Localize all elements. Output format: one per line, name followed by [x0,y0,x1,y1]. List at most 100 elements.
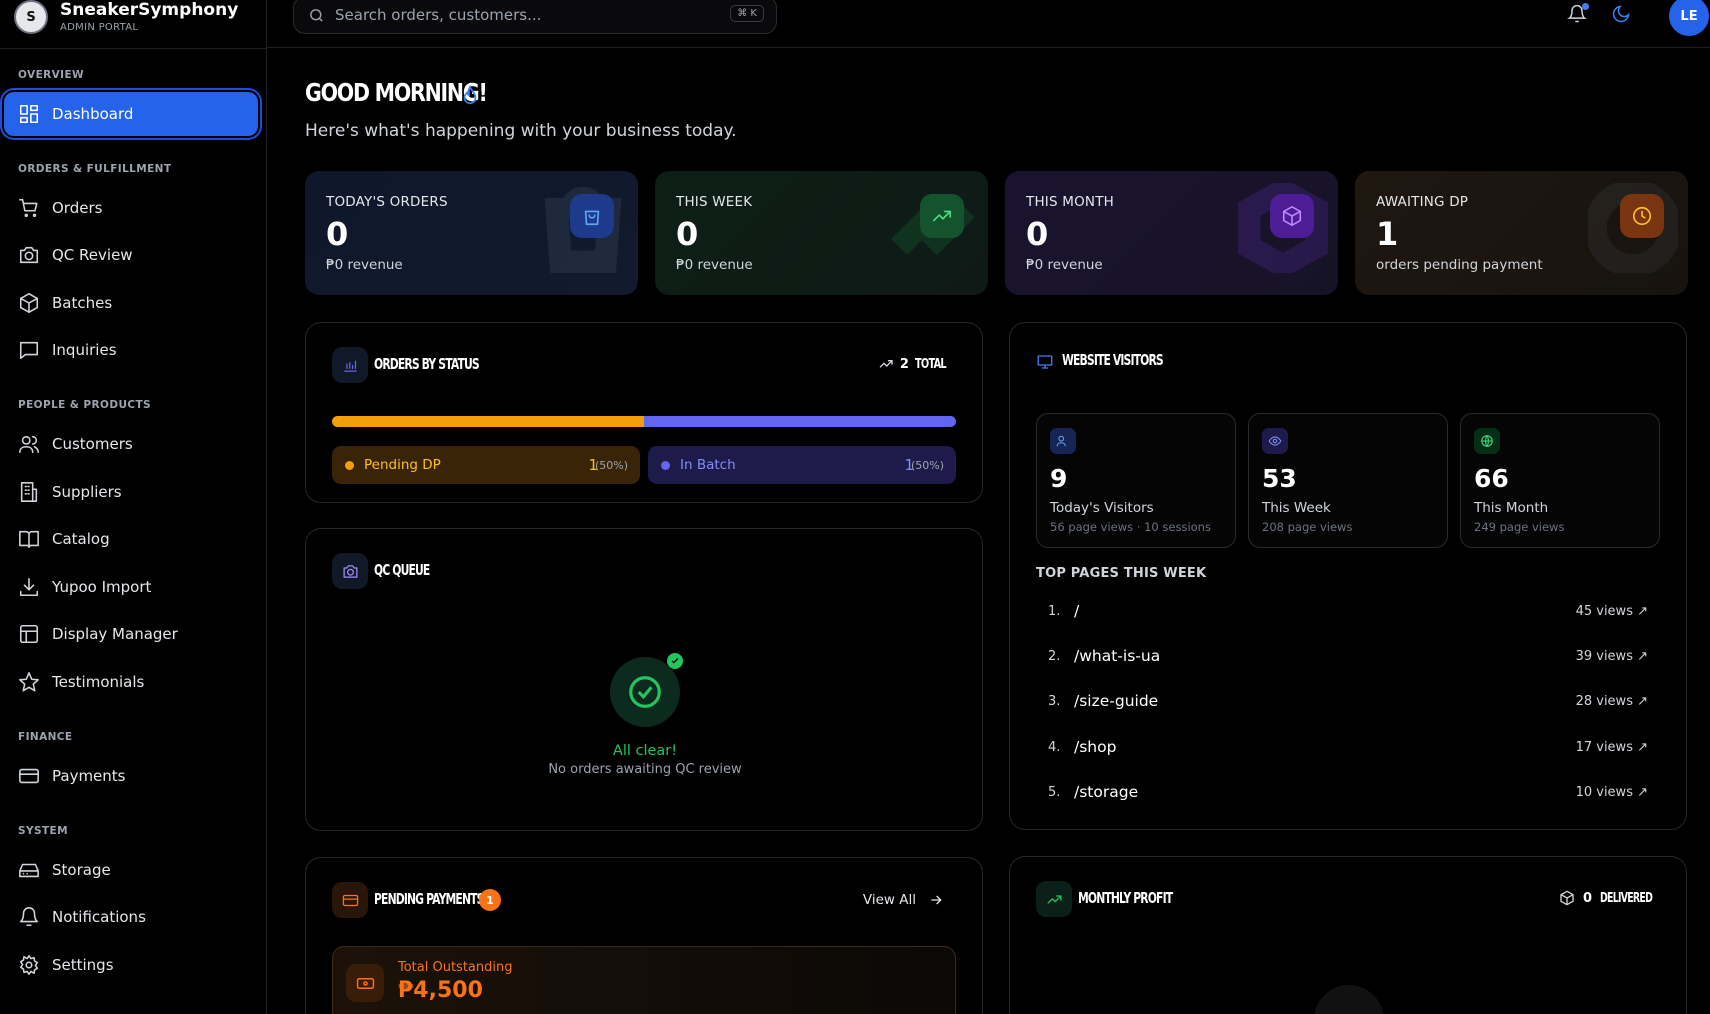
panel-title: MONTHLY PROFIT [1078,889,1173,907]
view-all-link[interactable]: View All [863,892,944,908]
sidebar-item-qc-review[interactable]: QC Review [4,233,258,277]
sidebar-item-catalog[interactable]: Catalog [4,517,258,561]
stat-card-this-week[interactable]: THIS WEEK 0 ₱0 revenue [655,171,988,295]
sidebar-item-orders[interactable]: Orders [4,186,258,230]
top-page-rank: 2. [1048,648,1061,664]
camera-icon [19,246,39,264]
users-icon [19,435,39,454]
layout-icon [19,624,39,644]
camera-icon [332,553,368,589]
top-page-path: /size-guide [1074,692,1159,710]
search-shortcut: ⌘ K [730,5,764,22]
sidebar-item-batches[interactable]: Batches [4,281,258,325]
visitor-card-week[interactable]: 53 This Week 208 page views [1248,413,1448,548]
visitor-sub: 249 page views [1474,520,1565,534]
top-page-row[interactable]: 3. /size-guide 28 views ↗ [1048,689,1648,713]
visitor-sub: 56 page views · 10 sessions [1050,520,1211,534]
theme-toggle-button[interactable] [1611,4,1633,26]
sidebar-item-label: Customers [52,435,133,453]
sidebar-item-label: Batches [52,294,113,312]
top-page-row[interactable]: 5. /storage 10 views ↗ [1048,780,1648,804]
total-label: TOTAL [914,356,947,372]
sidebar-item-label: Catalog [52,530,110,548]
arrow-right-icon [931,895,942,905]
stat-card-today-orders[interactable]: TODAY'S ORDERS 0 ₱0 revenue [305,171,638,295]
search-input[interactable]: Search orders, customers... ⌘ K [293,0,777,34]
cart-icon [19,198,38,218]
visitor-card-month[interactable]: 66 This Month 249 page views [1460,413,1660,548]
eye-icon [1262,428,1288,454]
total-value: 2 [899,356,909,372]
page-subtitle: Here's what's happening with your busine… [305,121,737,141]
status-bar-segment-in-batch [644,416,956,427]
delivered-count: 0 DELIVERED [1559,890,1660,906]
view-all-label: View All [862,892,916,908]
top-page-row[interactable]: 2. /what-is-ua 39 views ↗ [1048,644,1648,668]
visitor-value: 9 [1050,464,1068,493]
flame-icon [459,84,481,108]
top-page-views: 17 views ↗ [1575,739,1648,755]
top-page-views: 10 views ↗ [1575,784,1648,800]
sidebar-item-suppliers[interactable]: Suppliers [4,470,258,514]
top-page-path: / [1074,602,1080,620]
status-pill-in-batch[interactable]: In Batch 1 (50%) [648,446,956,484]
sidebar-item-settings[interactable]: Settings [4,943,258,987]
top-page-row[interactable]: 4. /shop 17 views ↗ [1048,735,1648,759]
sidebar-item-label: Orders [52,199,103,217]
sidebar-item-display-manager[interactable]: Display Manager [4,612,258,656]
brand-name: SneakerSymphony [60,0,239,20]
total-outstanding-card[interactable]: Total Outstanding ₱4,500 [332,946,956,1014]
brand-divider [0,48,267,49]
sidebar-item-yupoo-import[interactable]: Yupoo Import [4,565,258,609]
visitor-value: 53 [1262,464,1297,493]
avatar[interactable]: LE [1669,0,1709,36]
sidebar-item-dashboard[interactable]: Dashboard [4,92,258,136]
shopping-bag-icon [570,194,614,238]
status-pill-pending-dp[interactable]: Pending DP 1 (50%) [332,446,640,484]
sidebar-item-label: QC Review [52,246,133,264]
total-outstanding-value: ₱4,500 [398,978,483,1003]
stat-card-this-month[interactable]: THIS MONTH 0 ₱0 revenue [1005,171,1338,295]
sidebar-item-inquiries[interactable]: Inquiries [4,328,258,372]
sidebar-item-label: Inquiries [52,341,117,359]
sidebar: S SneakerSymphony ADMIN PORTAL OVERVIEW … [0,0,267,1014]
website-visitors-panel: WEBSITE VISITORS 9 Today's Visitors 56 p… [1009,322,1687,830]
top-page-path: /shop [1074,738,1117,756]
moon-icon [1612,5,1630,23]
users-icon [1050,428,1076,454]
sidebar-item-storage[interactable]: Storage [4,848,258,892]
sidebar-item-label: Display Manager [52,625,178,643]
download-icon [19,577,39,597]
sidebar-item-notifications[interactable]: Notifications [4,895,258,939]
section-overview: OVERVIEW [18,69,85,81]
stat-label: THIS WEEK [676,194,753,210]
top-page-rank: 4. [1048,739,1061,755]
pending-payments-panel: PENDING PAYMENTS 1 View All Total Outsta… [305,857,983,1014]
qc-queue-panel: QC QUEUE All clear! No orders awaiting Q… [305,528,983,831]
sidebar-item-customers[interactable]: Customers [4,422,258,466]
brand[interactable]: S SneakerSymphony ADMIN PORTAL [14,0,267,48]
status-dot [345,460,354,470]
stat-value: 0 [326,215,349,253]
top-page-views: 28 views ↗ [1575,693,1648,709]
notifications-button[interactable] [1567,3,1589,26]
top-page-row[interactable]: 1. / 45 views ↗ [1048,599,1648,623]
visitor-value: 66 [1474,464,1509,493]
stat-card-awaiting-dp[interactable]: AWAITING DP 1 orders pending payment [1355,171,1688,295]
top-page-views: 45 views ↗ [1575,603,1648,619]
sidebar-item-testimonials[interactable]: Testimonials [4,660,258,704]
panel-title: PENDING PAYMENTS [374,890,484,908]
top-page-path: /what-is-ua [1074,647,1161,665]
section-people: PEOPLE & PRODUCTS [18,399,151,411]
sidebar-item-label: Yupoo Import [52,578,152,596]
notification-dot [1582,3,1589,10]
visitor-label: Today's Visitors [1050,500,1154,516]
search-icon [310,8,323,22]
stat-value: 0 [1026,215,1049,253]
building-icon [20,482,38,502]
grid-icon [19,104,39,124]
visitor-card-today[interactable]: 9 Today's Visitors 56 page views · 10 se… [1036,413,1236,548]
bell-icon [19,907,39,927]
panel-title: QC QUEUE [374,561,430,579]
sidebar-item-payments[interactable]: Payments [4,754,258,798]
